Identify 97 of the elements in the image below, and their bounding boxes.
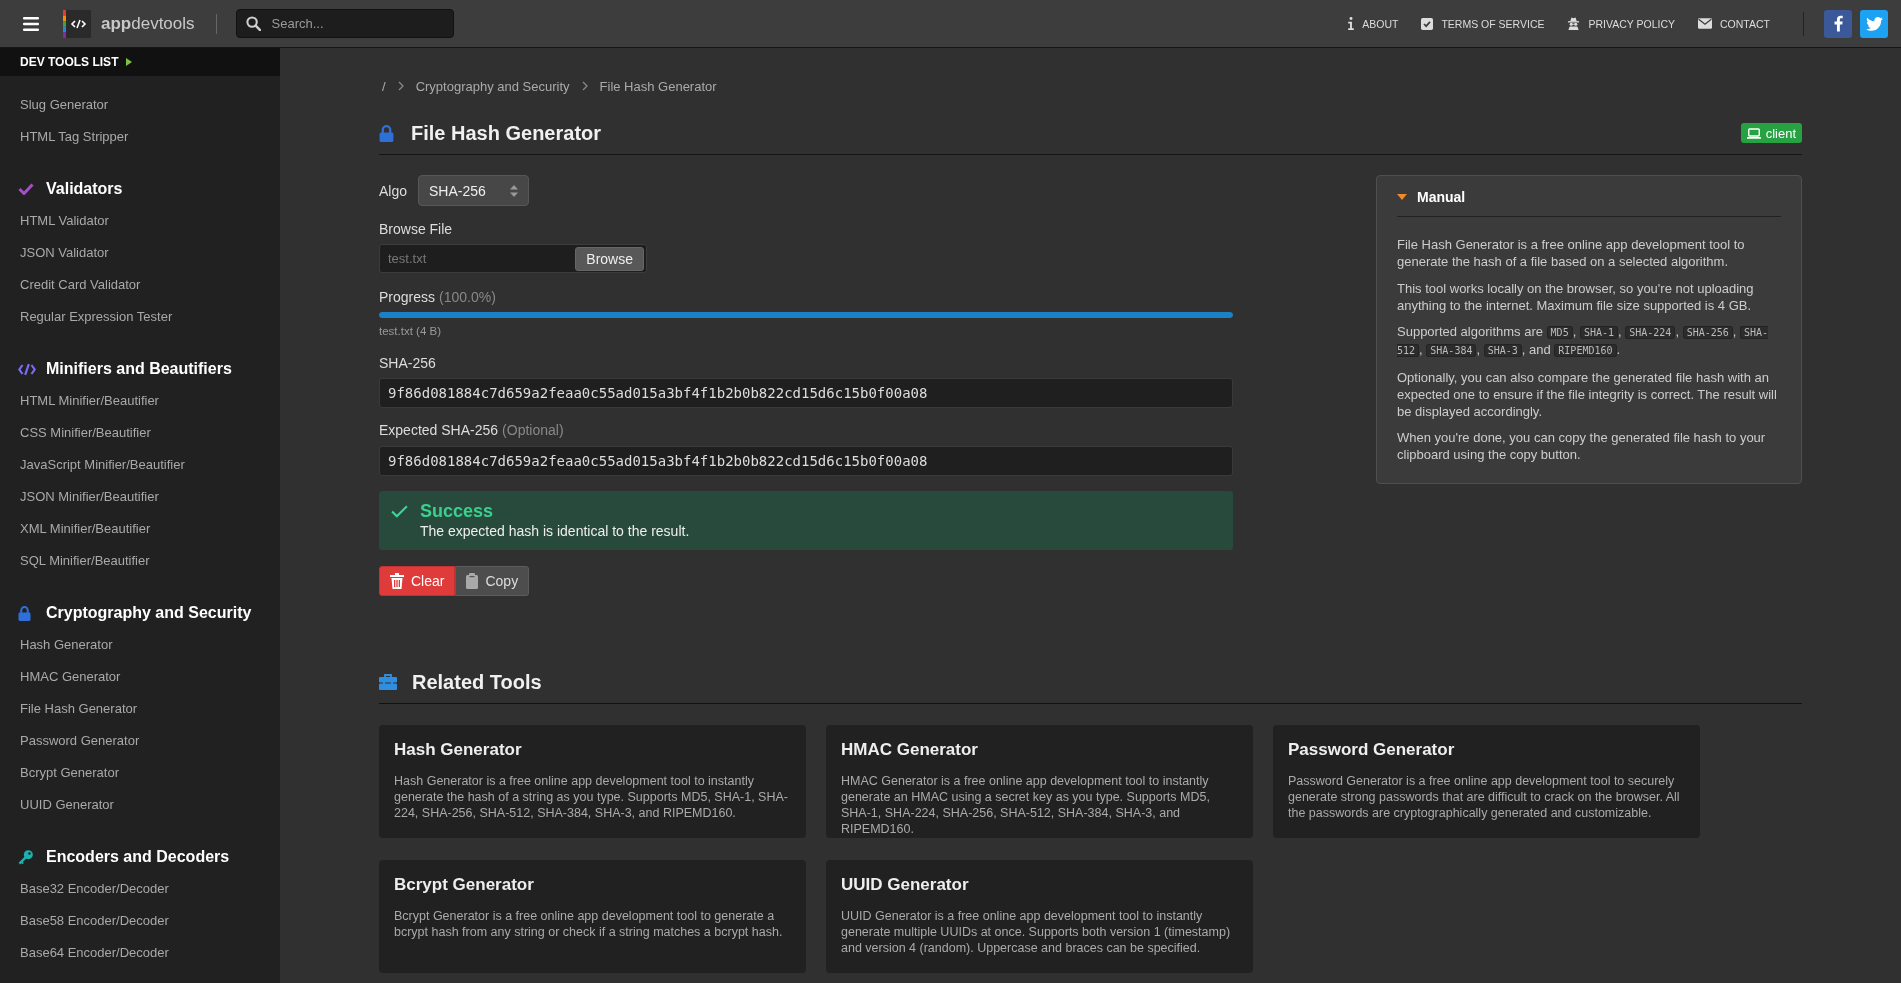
sidebar-item[interactable]: XML Minifier/Beautifier [0, 513, 280, 545]
card-title: Bcrypt Generator [394, 874, 535, 896]
clipboard-icon [466, 573, 479, 589]
sidebar-item[interactable]: Credit Card Validator [0, 269, 280, 301]
sidebar-item[interactable]: HTML Tag Stripper [0, 121, 280, 153]
nav-link[interactable]: PRIVACY POLICY [1567, 17, 1676, 30]
code-icon [18, 362, 36, 376]
breadcrumb-link[interactable]: / [382, 78, 386, 94]
sidebar-item[interactable]: HMAC Generator [0, 661, 280, 693]
category-title: Cryptography and Security [46, 604, 252, 622]
category-title: Minifiers and Beautifiers [46, 360, 232, 378]
caret-right-icon [126, 58, 133, 66]
search-icon [245, 16, 261, 31]
expected-hash-field[interactable]: 9f86d081884c7d659a2feaa0c55ad015a3bf4f1b2b0b822cd15d6c15b0f00a08 [379, 446, 1233, 476]
sidebar-item[interactable]: Bcrypt Generator [0, 757, 280, 789]
browse-button[interactable]: Browse [575, 246, 644, 271]
nav-link[interactable]: ABOUT [1348, 17, 1399, 30]
lock-icon [379, 124, 394, 142]
manual-paragraph: Optionally, you can also compare the generated file hash with an expected one to ensure if the file integrity is correct. The result will be displayed accordingly. [1397, 368, 1778, 420]
sidebar-item[interactable]: Base64 Encoder/Decoder [0, 937, 280, 969]
menu-icon[interactable] [23, 16, 39, 31]
facebook-button[interactable] [1824, 9, 1852, 38]
incognito-icon [1567, 17, 1581, 30]
page-title: File Hash Generator [411, 121, 602, 145]
sidebar-item[interactable]: Base58 Encoder/Decoder [0, 905, 280, 937]
field-label: Algo [379, 181, 408, 201]
envelope-icon [1698, 18, 1713, 29]
nav-link[interactable]: CONTACT [1698, 17, 1770, 30]
hash-output-field[interactable]: 9f86d081884c7d659a2feaa0c55ad015a3bf4f1b2b0b822cd15d6c15b0f00a08 [379, 378, 1233, 408]
optional-hint: (Optional) [502, 421, 564, 440]
sidebar-item[interactable]: Hash Generator [0, 629, 280, 661]
twitter-icon [1865, 16, 1883, 31]
card-title: HMAC Generator [841, 739, 979, 761]
sidebar-item[interactable]: File Hash Generator [0, 693, 280, 725]
sidebar-item[interactable]: JSON Validator [0, 237, 280, 269]
check-icon [391, 505, 408, 518]
algo-select[interactable]: SHA-256 [418, 175, 530, 206]
tool-card[interactable]: Bcrypt Generator Bcrypt Generator is a free online app development tool to generate a bcrypt hash from any string or check if a string matches a bcrypt hash. [379, 860, 806, 973]
field-label: SHA-256 [379, 354, 436, 373]
chevron-right-icon [581, 81, 588, 91]
card-description: Password Generator is a free online app development tool to securely generate strong passwords that are difficult to crack on the browser. All the passwords are cryptographically generated and customizable. [1288, 773, 1681, 821]
sidebar-item[interactable]: Password Generator [0, 725, 280, 757]
check-icon [18, 183, 34, 195]
section-title: Related Tools [412, 670, 542, 694]
card-title: Hash Generator [394, 739, 523, 761]
manual-toggle[interactable]: Manual [1397, 186, 1781, 217]
logo-text[interactable]: appdevtools [101, 13, 195, 34]
manual-paragraph: When you're done, you can copy the generated file hash to your clipboard using the copy button. [1397, 429, 1767, 463]
manual-paragraph: File Hash Generator is a free online app development tool to generate the hash of a file based on a selected algorithm. [1397, 236, 1746, 270]
progress-reading: (100.0%) [439, 288, 496, 307]
field-label: Expected SHA-256 [379, 421, 499, 440]
search-field[interactable]: Search... [235, 9, 454, 38]
nav-link[interactable]: TERMS OF SERVICE [1421, 17, 1545, 30]
toolbox-icon [379, 674, 397, 690]
card-description: UUID Generator is a free online app development tool to instantly generate multiple UUIDs at once. Supports both version 1 (timestamp) and version 4 (random). Uppercase and braces can be specified. [841, 908, 1232, 956]
twitter-button[interactable] [1860, 9, 1888, 38]
sidebar-item[interactable]: HTML Validator [0, 205, 280, 237]
laptop-icon [1746, 127, 1761, 139]
key-icon [18, 849, 33, 865]
clear-button[interactable]: Clear [379, 566, 456, 596]
facebook-icon [1833, 15, 1843, 32]
card-title: Password Generator [1288, 739, 1456, 761]
lock-icon [18, 605, 31, 621]
sidebar-item[interactable]: SQL Minifier/Beautifier [0, 545, 280, 577]
file-field[interactable]: test.txt Browse [379, 244, 647, 273]
category-title: Encoders and Decoders [46, 848, 230, 866]
trash-icon [390, 573, 404, 589]
sidebar-item[interactable]: JSON Minifier/Beautifier [0, 481, 280, 513]
chevron-right-icon [397, 81, 404, 91]
card-description: HMAC Generator is a free online app development tool to instantly generate an HMAC using a secret key as you type. Supports MD5, SHA-1, SHA-224, SHA-256, SHA-512, SHA-384, SHA-3, and RIPEMD160. [841, 773, 1211, 837]
copy-button[interactable]: Copy [455, 566, 530, 596]
field-label: Progress [379, 288, 436, 307]
category-title: Validators [46, 180, 123, 198]
breadcrumb-current: File Hash Generator [599, 78, 717, 94]
checkbox-icon [1421, 17, 1434, 30]
sidebar-item[interactable]: CSS Minifier/Beautifier [0, 417, 280, 449]
file-info-text: test.txt (4 B) [379, 324, 441, 338]
sidebar-item[interactable]: UUID Generator [0, 789, 280, 821]
sidebar-item[interactable]: Regular Expression Tester [0, 301, 280, 333]
logo-icon[interactable] [63, 9, 91, 38]
sidebar-item[interactable]: Base32 Encoder/Decoder [0, 873, 280, 905]
field-label: Browse File [379, 220, 453, 239]
alert-title: Success [420, 500, 495, 522]
sidebar-title[interactable]: DEV TOOLS LIST [20, 55, 119, 69]
card-title: UUID Generator [841, 874, 970, 896]
alert-message: The expected hash is identical to the result. [420, 522, 690, 540]
info-icon [1348, 17, 1355, 30]
manual-paragraph: This tool works locally on the browser, so you're not uploading anything to the internet. Maximum file size supported is 4 GB. [1397, 279, 1755, 314]
sidebar-item[interactable]: HTML Minifier/Beautifier [0, 385, 280, 417]
card-description: Hash Generator is a free online app development tool to instantly generate the hash of a string as you type. Supports MD5, SHA-1, SHA-224, SHA-256, SHA-512, SHA-384, SHA-3, and RIPEMD160. [394, 773, 789, 821]
sort-arrows-icon [510, 184, 519, 197]
sidebar-item[interactable]: JavaScript Minifier/Beautifier [0, 449, 280, 481]
manual-paragraph: Supported algorithms are MD5 , SHA-1 , SHA-224 , SHA-256 , SHA-512 , SHA-384 , SHA-3 , and RIPEMD160 . [1397, 323, 1770, 359]
badge-text: client [1765, 125, 1796, 141]
card-description: Bcrypt Generator is a free online app development tool to generate a bcrypt hash from any string or check if a string matches a bcrypt hash. [394, 908, 784, 940]
sidebar-item[interactable]: Slug Generator [0, 89, 280, 121]
breadcrumb-link[interactable]: Cryptography and Security [415, 78, 570, 94]
